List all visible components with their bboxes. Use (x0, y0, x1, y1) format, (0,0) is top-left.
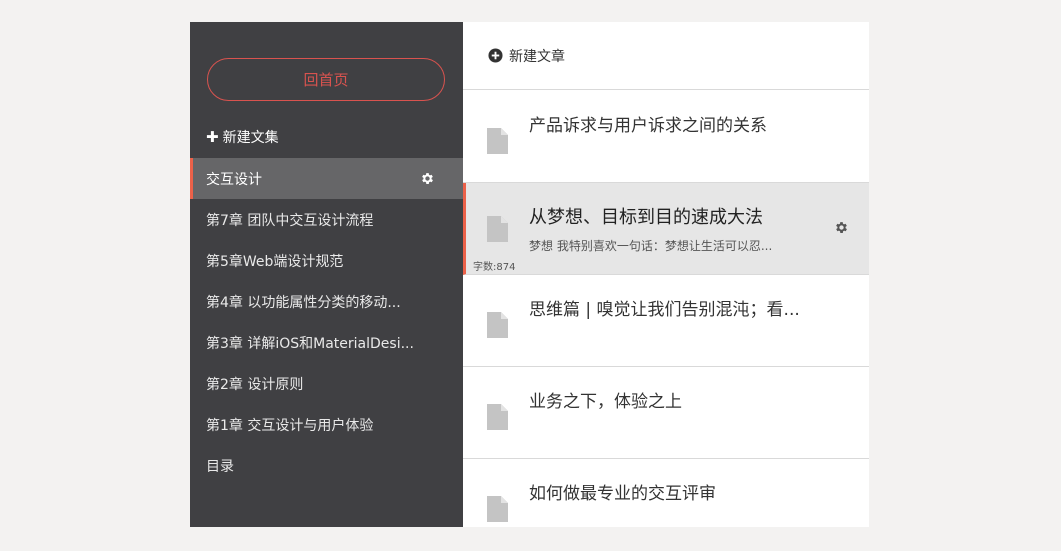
article-item-active[interactable]: 从梦想、目标到目的速成大法 梦想 我特别喜欢一句话：梦想让生活可以忍... 字数… (463, 183, 869, 275)
new-article-label: 新建文章 (509, 48, 565, 65)
document-icon (487, 496, 508, 522)
article-word-count: 字数:874 (473, 262, 516, 273)
sidebar-item-contents[interactable]: 目录 (190, 445, 463, 486)
new-collection-button[interactable]: ✚ 新建文集 (206, 126, 279, 148)
document-icon (487, 312, 508, 338)
home-button-label: 回首页 (303, 71, 349, 89)
plus-circle-icon (488, 48, 503, 63)
sidebar-item-label: 第2章 设计原则 (206, 376, 304, 393)
article-title: 从梦想、目标到目的速成大法 (529, 207, 763, 228)
article-title: 如何做最专业的交互评审 (529, 484, 716, 504)
sidebar-item-label: 第3章 详解iOS和MaterialDesi... (206, 335, 414, 352)
gear-icon[interactable] (420, 171, 435, 186)
document-icon (487, 404, 508, 430)
article-list-panel: 新建文章 产品诉求与用户诉求之间的关系 从梦想、目标到目的速成大法 梦想 我特别… (463, 22, 869, 527)
article-title: 业务之下，体验之上 (529, 392, 682, 412)
article-title: 产品诉求与用户诉求之间的关系 (529, 116, 767, 136)
article-item[interactable]: 如何做最专业的交互评审 (463, 459, 869, 527)
article-item[interactable]: 业务之下，体验之上 (463, 367, 869, 459)
article-title: 思维篇 | 嗅觉让我们告别混沌；看... (529, 300, 800, 320)
sidebar-item-label: 第1章 交互设计与用户体验 (206, 417, 374, 434)
sidebar-item-label: 交互设计 (206, 171, 262, 188)
article-item[interactable]: 思维篇 | 嗅觉让我们告别混沌；看... (463, 275, 869, 367)
new-article-button[interactable]: 新建文章 (463, 22, 869, 90)
sidebar-item-label: 第5章Web端设计规范 (206, 253, 344, 270)
sidebar-item-chapter-4[interactable]: 第4章 以功能属性分类的移动... (190, 281, 463, 322)
sidebar-item-chapter-3[interactable]: 第3章 详解iOS和MaterialDesi... (190, 322, 463, 363)
document-icon (487, 128, 508, 154)
sidebar-item-chapter-7[interactable]: 第7章 团队中交互设计流程 (190, 199, 463, 240)
sidebar-item-interaction-design[interactable]: 交互设计 (190, 158, 463, 199)
article-summary: 梦想 我特别喜欢一句话：梦想让生活可以忍... (529, 239, 773, 253)
app-frame: 回首页 ✚ 新建文集 交互设计 第7章 团队中交互设计流程 第5章Web端设计规… (190, 22, 869, 527)
sidebar-item-label: 第7章 团队中交互设计流程 (206, 212, 374, 229)
home-button[interactable]: 回首页 (207, 58, 445, 101)
sidebar-item-label: 第4章 以功能属性分类的移动... (206, 294, 401, 311)
gear-icon[interactable] (834, 220, 849, 235)
document-icon (487, 216, 508, 242)
collection-list: 交互设计 第7章 团队中交互设计流程 第5章Web端设计规范 第4章 以功能属性… (190, 158, 463, 486)
plus-icon: ✚ (206, 127, 219, 146)
sidebar-item-label: 目录 (206, 458, 234, 475)
article-item[interactable]: 产品诉求与用户诉求之间的关系 (463, 91, 869, 183)
new-collection-label: 新建文集 (222, 130, 279, 146)
sidebar-item-chapter-1[interactable]: 第1章 交互设计与用户体验 (190, 404, 463, 445)
sidebar: 回首页 ✚ 新建文集 交互设计 第7章 团队中交互设计流程 第5章Web端设计规… (190, 22, 463, 527)
sidebar-item-chapter-2[interactable]: 第2章 设计原则 (190, 363, 463, 404)
sidebar-item-chapter-5[interactable]: 第5章Web端设计规范 (190, 240, 463, 281)
